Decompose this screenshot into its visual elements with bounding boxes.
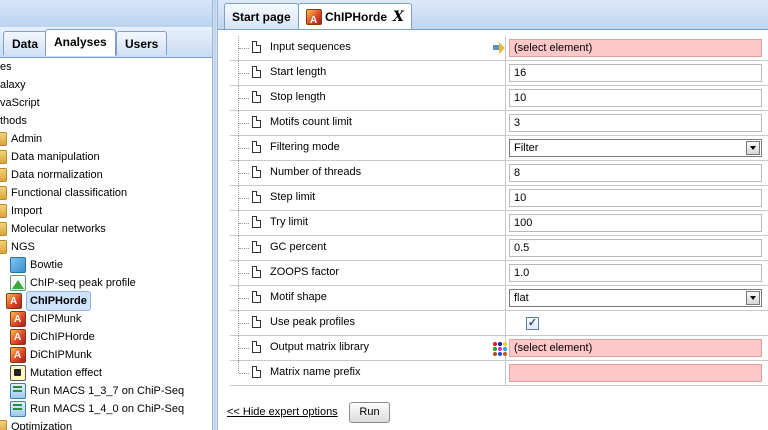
matrix-library-icon[interactable] [492, 341, 507, 356]
tree-folder-admin[interactable]: Admin [0, 130, 42, 148]
motif-shape-select[interactable]: flat [509, 289, 762, 307]
tab-start-page[interactable]: Start page [224, 3, 299, 29]
param-row-number-of-threads: Number of threads 8 [230, 161, 768, 186]
peak-profile-icon [10, 275, 26, 291]
param-row-step-limit: Step limit 10 [230, 186, 768, 211]
use-peak-profiles-checkbox[interactable]: ✓ [526, 317, 539, 330]
document-icon [252, 116, 261, 128]
tree-folder-ngs[interactable]: NGS [0, 238, 35, 256]
start-length-input[interactable]: 16 [509, 64, 762, 82]
tree-folder-data-manipulation[interactable]: Data manipulation [0, 148, 100, 166]
run-button[interactable]: Run [349, 402, 390, 423]
motif-icon [10, 347, 26, 365]
param-row-stop-length: Stop length 10 [230, 86, 768, 111]
document-icon [252, 41, 261, 53]
folder-icon [0, 240, 7, 254]
tab-chiphorde[interactable]: ChIPHorde X [298, 3, 412, 33]
document-icon [252, 366, 261, 378]
tree-item[interactable]: thods [0, 112, 27, 130]
folder-icon [0, 168, 7, 182]
step-limit-input[interactable]: 10 [509, 189, 762, 207]
tree-item-chip-seq-peak-profile[interactable]: ChIP-seq peak profile [10, 274, 136, 292]
tree-item-bowtie[interactable]: Bowtie [10, 256, 63, 274]
close-tab-icon[interactable]: X [393, 5, 404, 29]
tree-folder-functional-classification[interactable]: Functional classification [0, 184, 127, 202]
document-icon [252, 341, 261, 353]
tree-folder-optimization[interactable]: Optimization [0, 418, 72, 430]
left-toolbar [0, 0, 212, 28]
chevron-down-icon[interactable] [746, 291, 760, 305]
macs-icon [10, 401, 26, 417]
param-row-motif-shape: Motif shape flat [230, 286, 768, 311]
document-area: Start page ChIPHorde X Input sequences (… [218, 0, 768, 430]
mutation-icon [10, 365, 26, 381]
param-row-gc-percent: GC percent 0.5 [230, 236, 768, 261]
arrow-element-icon[interactable] [492, 41, 506, 55]
tree-item-dichiphorde[interactable]: DiChIPHorde [10, 328, 95, 347]
tree-item-mutation-effect[interactable]: Mutation effect [10, 364, 102, 382]
folder-icon [0, 420, 7, 430]
tab-analyses[interactable]: Analyses [45, 29, 116, 56]
param-row-matrix-name-prefix: Matrix name prefix [230, 361, 768, 386]
document-icon [252, 241, 261, 253]
form-footer: << Hide expert options Run [218, 396, 768, 430]
tree-folder-molecular-networks[interactable]: Molecular networks [0, 220, 106, 238]
document-icon [252, 91, 261, 103]
tree-item-chiphorde[interactable]: ChIPHorde [6, 291, 91, 311]
tree-item-dichipmunk[interactable]: DiChIPMunk [10, 346, 92, 365]
tree-item[interactable]: alaxy [0, 76, 26, 94]
bowtie-icon [10, 257, 26, 273]
motif-icon [6, 293, 22, 311]
document-tabbar: Start page ChIPHorde X [218, 0, 768, 33]
param-row-start-length: Start length 16 [230, 61, 768, 86]
chevron-down-icon[interactable] [746, 141, 760, 155]
output-matrix-library-field[interactable]: (select element) [492, 339, 762, 357]
tree-item[interactable]: vaScript [0, 94, 40, 112]
tree-item[interactable]: es [0, 58, 12, 76]
param-row-motifs-count-limit: Motifs count limit 3 [230, 111, 768, 136]
try-limit-input[interactable]: 100 [509, 214, 762, 232]
tab-users[interactable]: Users [116, 31, 168, 55]
document-icon [252, 191, 261, 203]
tree-item-chipmunk[interactable]: ChIPMunk [10, 310, 81, 329]
motifs-count-limit-input[interactable]: 3 [509, 114, 762, 132]
motif-icon [306, 8, 322, 33]
filtering-mode-select[interactable]: Filter [509, 139, 762, 157]
document-icon [252, 266, 261, 278]
param-row-filtering-mode: Filtering mode Filter [230, 136, 768, 161]
folder-icon [0, 132, 7, 146]
param-row-use-peak-profiles: Use peak profiles ✓ [230, 311, 768, 336]
macs-icon [10, 383, 26, 399]
tree-item-run-macs-137[interactable]: Run MACS 1_3_7 on ChiP-Seq [10, 382, 184, 400]
document-icon [252, 66, 261, 78]
param-row-output-matrix-library: Output matrix library (select element) [230, 336, 768, 361]
param-row-zoops-factor: ZOOPS factor 1.0 [230, 261, 768, 286]
document-icon [252, 316, 261, 328]
tree-folder-data-normalization[interactable]: Data normalization [0, 166, 103, 184]
folder-icon [0, 222, 7, 236]
document-icon [252, 141, 261, 153]
motif-icon [10, 329, 26, 347]
tab-data[interactable]: Data [3, 31, 48, 55]
hide-expert-options-link[interactable]: << Hide expert options [227, 406, 338, 418]
stop-length-input[interactable]: 10 [509, 89, 762, 107]
folder-icon [0, 204, 7, 218]
document-icon [252, 216, 261, 228]
left-panel: Data Analyses Users es alaxy vaScript th… [0, 0, 212, 430]
folder-icon [0, 186, 7, 200]
number-of-threads-input[interactable]: 8 [509, 164, 762, 182]
document-icon [252, 291, 261, 303]
folder-icon [0, 150, 7, 164]
input-sequences-field[interactable]: (select element) [493, 39, 762, 57]
document-icon [252, 166, 261, 178]
left-tabstrip: Data Analyses Users [0, 27, 212, 58]
tree-item-run-macs-140[interactable]: Run MACS 1_4_0 on ChiP-Seq [10, 400, 184, 418]
motif-icon [10, 311, 26, 329]
tree-folder-import[interactable]: Import [0, 202, 42, 220]
param-row-try-limit: Try limit 100 [230, 211, 768, 236]
param-row-input-sequences: Input sequences (select element) [230, 36, 768, 61]
zoops-factor-input[interactable]: 1.0 [509, 264, 762, 282]
gc-percent-input[interactable]: 0.5 [509, 239, 762, 257]
matrix-name-prefix-input[interactable] [509, 364, 762, 382]
